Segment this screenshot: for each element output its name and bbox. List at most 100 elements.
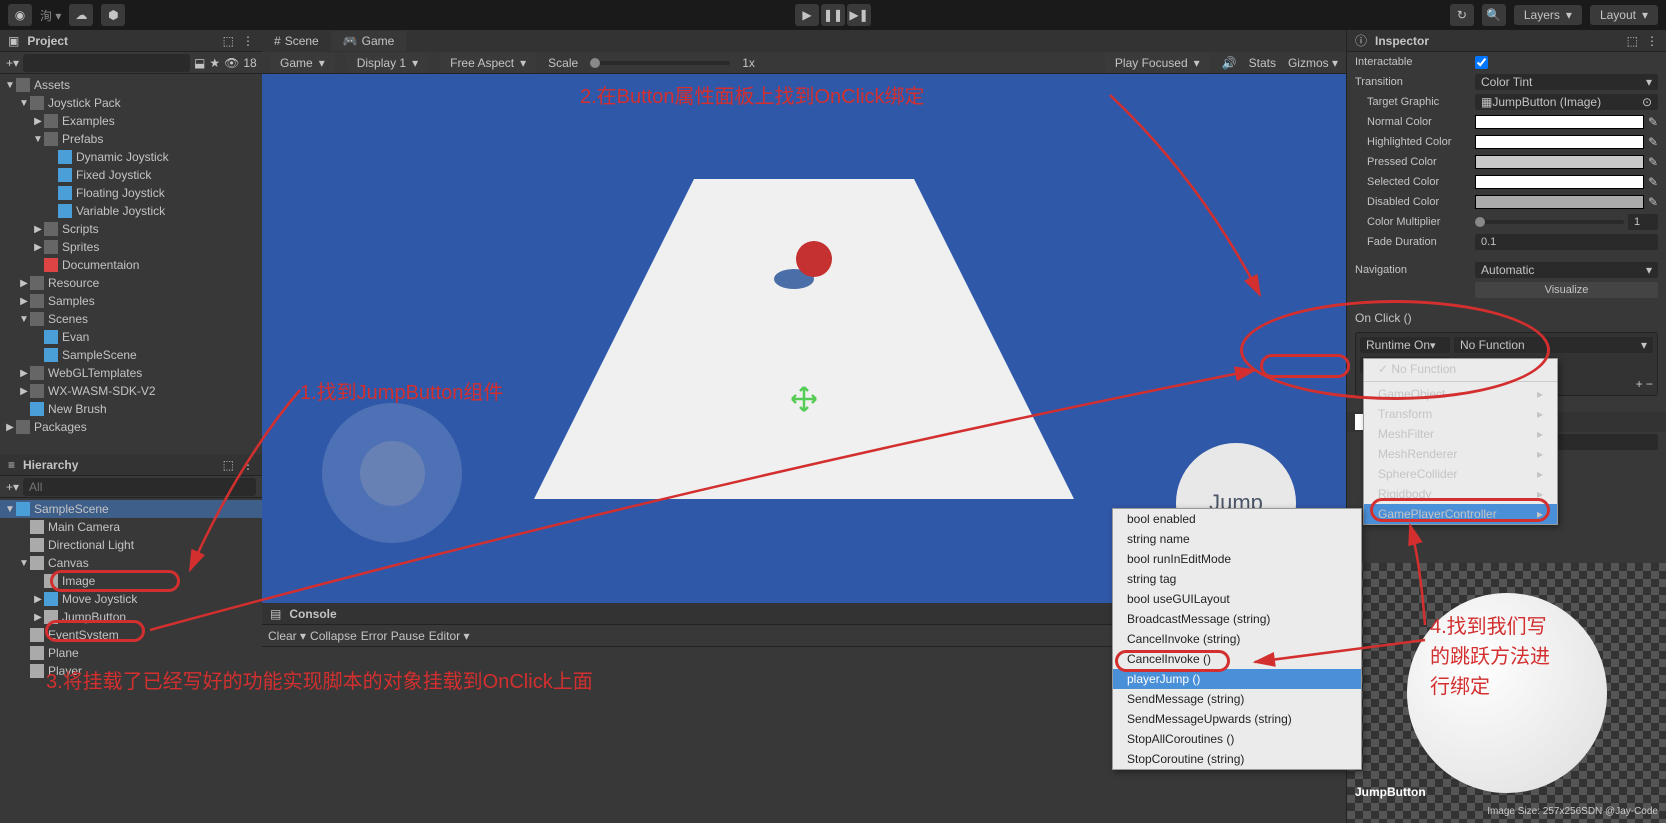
game-tab[interactable]: 🎮Game: [331, 31, 407, 51]
color-multiplier-slider[interactable]: [1475, 220, 1624, 224]
tree-item[interactable]: Documentaion: [0, 256, 262, 274]
menu-item[interactable]: GameObject▸: [1364, 384, 1557, 404]
favorite-icon[interactable]: ★: [209, 56, 220, 70]
disabled-color-swatch[interactable]: [1475, 195, 1644, 209]
step-button[interactable]: ▶❚: [847, 4, 871, 26]
tree-item[interactable]: New Brush: [0, 400, 262, 418]
project-tree[interactable]: ▼Assets▼Joystick Pack▶Examples▼PrefabsDy…: [0, 74, 262, 454]
tree-item[interactable]: ▶Scripts: [0, 220, 262, 238]
transition-field[interactable]: Color Tint▾: [1475, 74, 1658, 90]
menu-item[interactable]: CancelInvoke (): [1113, 649, 1361, 669]
function-dropdown[interactable]: No Function▾: [1454, 337, 1653, 353]
tree-item[interactable]: Floating Joystick: [0, 184, 262, 202]
menu-item[interactable]: MeshFilter▸: [1364, 424, 1557, 444]
hidden-icon[interactable]: 👁: [224, 56, 239, 70]
layout-dropdown[interactable]: Layout ▾: [1590, 5, 1658, 25]
tree-item[interactable]: ▼Joystick Pack: [0, 94, 262, 112]
color-multiplier-value[interactable]: 1: [1628, 214, 1658, 230]
tree-item[interactable]: ▶Resource: [0, 274, 262, 292]
project-search[interactable]: [23, 54, 190, 72]
layers-dropdown[interactable]: Layers ▾: [1514, 5, 1582, 25]
clear-button[interactable]: Clear ▾: [268, 629, 306, 643]
play-button[interactable]: ▶: [795, 4, 819, 26]
stats-toggle[interactable]: Stats: [1249, 56, 1276, 70]
menu-item[interactable]: StopCoroutine (string): [1113, 749, 1361, 769]
interactable-checkbox[interactable]: [1475, 56, 1488, 69]
lock-icon[interactable]: ⬚: [223, 34, 234, 48]
joystick-thumb[interactable]: [360, 441, 425, 506]
display-dropdown[interactable]: Display 1 ▾: [347, 53, 428, 73]
add-event-button[interactable]: +: [1636, 377, 1643, 391]
editor-dropdown[interactable]: Editor ▾: [429, 629, 470, 643]
mute-icon[interactable]: 🔊: [1222, 56, 1237, 70]
search-icon[interactable]: 🔍: [1482, 4, 1506, 26]
menu-item[interactable]: MeshRenderer▸: [1364, 444, 1557, 464]
tree-item[interactable]: ▼SampleScene: [0, 500, 262, 518]
menu-item[interactable]: BroadcastMessage (string): [1113, 609, 1361, 629]
hierarchy-search[interactable]: [23, 478, 256, 496]
tree-item[interactable]: Variable Joystick: [0, 202, 262, 220]
selected-color-swatch[interactable]: [1475, 175, 1644, 189]
filter-icon[interactable]: ⬓: [194, 56, 205, 70]
hierarchy-tree[interactable]: ▼SampleSceneMain CameraDirectional Light…: [0, 498, 262, 823]
collapse-toggle[interactable]: Collapse: [310, 629, 357, 643]
tree-item[interactable]: Plane: [0, 644, 262, 662]
tree-item[interactable]: Main Camera: [0, 518, 262, 536]
menu-item[interactable]: StopAllCoroutines (): [1113, 729, 1361, 749]
cloud-icon[interactable]: ☁: [69, 4, 93, 26]
lock-icon[interactable]: ⬚: [223, 458, 234, 472]
tree-item[interactable]: ▶Examples: [0, 112, 262, 130]
target-graphic-field[interactable]: ▦JumpButton (Image)⊙: [1475, 94, 1658, 110]
tree-item[interactable]: Directional Light: [0, 536, 262, 554]
undo-history-icon[interactable]: ↻: [1450, 4, 1474, 26]
menu-item[interactable]: GamePlayerController▸: [1364, 504, 1557, 524]
menu-item[interactable]: SphereCollider▸: [1364, 464, 1557, 484]
tree-item[interactable]: ▼Prefabs: [0, 130, 262, 148]
play-focused-dropdown[interactable]: Play Focused ▾: [1105, 53, 1210, 73]
menu-item[interactable]: bool enabled: [1113, 509, 1361, 529]
tree-item[interactable]: Image: [0, 572, 262, 590]
function-list-menu[interactable]: bool enabledstring namebool runInEditMod…: [1112, 508, 1362, 770]
tree-item[interactable]: SampleScene: [0, 346, 262, 364]
menu-icon[interactable]: ⋮: [242, 34, 254, 48]
joystick[interactable]: [322, 403, 462, 543]
tree-item[interactable]: ▼Scenes: [0, 310, 262, 328]
pause-button[interactable]: ❚❚: [821, 4, 845, 26]
menu-icon[interactable]: ⋮: [242, 458, 254, 472]
tree-item[interactable]: ▶Move Joystick: [0, 590, 262, 608]
error-pause-toggle[interactable]: Error Pause: [361, 629, 425, 643]
tree-item[interactable]: ▶Samples: [0, 292, 262, 310]
menu-item[interactable]: ✓ No Function: [1364, 359, 1557, 379]
tree-item[interactable]: ▶Packages: [0, 418, 262, 436]
tree-item[interactable]: ▼Assets: [0, 76, 262, 94]
tree-item[interactable]: EventSystem: [0, 626, 262, 644]
runtime-dropdown[interactable]: Runtime On▾: [1360, 337, 1450, 353]
menu-item[interactable]: Transform▸: [1364, 404, 1557, 424]
tree-item[interactable]: ▶WX-WASM-SDK-V2: [0, 382, 262, 400]
navigation-field[interactable]: Automatic▾: [1475, 262, 1658, 278]
menu-item[interactable]: CancelInvoke (string): [1113, 629, 1361, 649]
menu-item[interactable]: string name: [1113, 529, 1361, 549]
scene-tab[interactable]: #Scene: [262, 31, 331, 51]
eyedropper-icon[interactable]: ✎: [1648, 155, 1658, 169]
menu-item[interactable]: SendMessageUpwards (string): [1113, 709, 1361, 729]
pressed-color-swatch[interactable]: [1475, 155, 1644, 169]
lock-icon[interactable]: ⬚: [1627, 34, 1638, 48]
tree-item[interactable]: ▼Canvas: [0, 554, 262, 572]
function-type-menu[interactable]: ✓ No Function GameObject▸Transform▸MeshFi…: [1363, 358, 1558, 525]
fade-duration-field[interactable]: 0.1: [1475, 234, 1658, 250]
aspect-dropdown[interactable]: Free Aspect ▾: [440, 53, 536, 73]
add-button[interactable]: +▾: [6, 56, 19, 70]
tree-item[interactable]: ▶WebGLTemplates: [0, 364, 262, 382]
highlighted-color-swatch[interactable]: [1475, 135, 1644, 149]
eyedropper-icon[interactable]: ✎: [1648, 115, 1658, 129]
menu-item[interactable]: bool runInEditMode: [1113, 549, 1361, 569]
scale-slider[interactable]: [590, 61, 730, 65]
tree-item[interactable]: Evan: [0, 328, 262, 346]
tree-item[interactable]: Fixed Joystick: [0, 166, 262, 184]
menu-item[interactable]: playerJump (): [1113, 669, 1361, 689]
menu-item[interactable]: SendMessage (string): [1113, 689, 1361, 709]
menu-item[interactable]: Rigidbody▸: [1364, 484, 1557, 504]
tree-item[interactable]: Player: [0, 662, 262, 680]
package-icon[interactable]: ⬢: [101, 4, 125, 26]
